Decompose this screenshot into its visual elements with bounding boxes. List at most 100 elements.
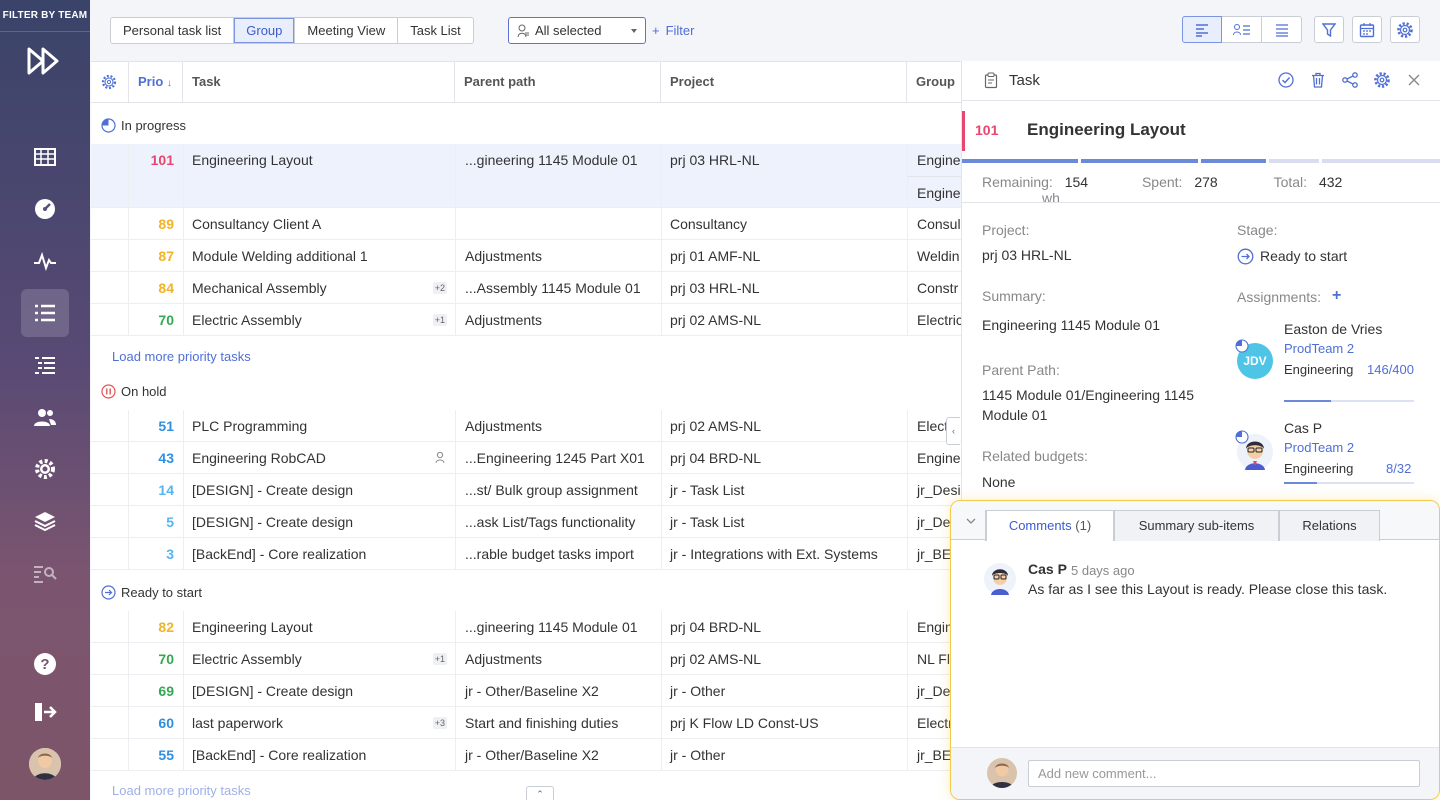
group-header-in-progress[interactable]: In progress xyxy=(101,118,186,133)
task-name[interactable]: Engineering Layout xyxy=(1027,120,1186,140)
tab-summary-sub-items[interactable]: Summary sub-items xyxy=(1114,510,1279,541)
table-row[interactable]: 5 [DESIGN] - Create design ...ask List/T… xyxy=(91,506,961,538)
column-parent-path[interactable]: Parent path xyxy=(455,62,661,102)
column-settings-button[interactable] xyxy=(91,62,129,102)
row-task[interactable]: Engineering Layout xyxy=(183,611,455,642)
project-value[interactable]: prj 03 HRL-NL xyxy=(982,245,1071,265)
add-assignment-icon[interactable]: + xyxy=(1332,287,1341,305)
table-row[interactable]: 3 [BackEnd] - Core realization ...rable … xyxy=(91,538,961,570)
settings-icon[interactable] xyxy=(21,445,69,493)
row-task[interactable]: [DESIGN] - Create design xyxy=(183,474,455,505)
table-row[interactable]: 14 [DESIGN] - Create design ...st/ Bulk … xyxy=(91,474,961,506)
table-row[interactable]: 101 Engineering Layout ...gineering 1145… xyxy=(91,144,961,208)
row-priority[interactable]: 60 xyxy=(129,707,183,739)
comment-input[interactable]: Add new comment... xyxy=(1028,760,1420,787)
load-more-link[interactable]: Load more priority tasks xyxy=(112,349,251,364)
table-row[interactable]: 51 PLC Programming Adjustments prj 02 AM… xyxy=(91,410,961,442)
row-task[interactable]: Mechanical Assembly +2 xyxy=(183,272,455,303)
row-task[interactable]: [DESIGN] - Create design xyxy=(183,675,455,706)
table-row[interactable]: 43 Engineering RobCAD $ ...Engineering 12… xyxy=(91,442,961,474)
row-task[interactable]: Electric Assembly +1 xyxy=(183,304,455,335)
grid-icon[interactable] xyxy=(21,133,69,181)
trash-icon[interactable] xyxy=(1309,71,1327,89)
users-icon[interactable] xyxy=(21,393,69,441)
row-priority[interactable]: 101 xyxy=(129,144,183,176)
stage-value[interactable]: Ready to start xyxy=(1237,246,1347,266)
table-row[interactable]: 70 Electric Assembly +1 Adjustments prj 0… xyxy=(91,643,961,675)
filter-by-team-button[interactable]: FILTER BY TEAM xyxy=(0,0,90,32)
row-task[interactable]: Engineering Layout xyxy=(183,144,455,207)
funnel-filter-button[interactable] xyxy=(1314,16,1344,43)
summary-value[interactable]: Engineering 1145 Module 01 xyxy=(982,315,1160,335)
check-circle-icon[interactable] xyxy=(1277,71,1295,89)
row-task[interactable]: [DESIGN] - Create design xyxy=(183,506,455,537)
list-icon[interactable] xyxy=(21,289,69,337)
tab-meeting-view[interactable]: Meeting View xyxy=(295,18,399,43)
row-task[interactable]: [BackEnd] - Core realization xyxy=(183,739,455,770)
column-prio[interactable]: Prio ↓ xyxy=(129,62,183,102)
team-select[interactable]: All selected xyxy=(508,17,646,44)
row-priority[interactable]: 5 xyxy=(129,506,183,538)
list-view-button[interactable] xyxy=(1262,16,1302,43)
row-priority[interactable]: 14 xyxy=(129,474,183,506)
tab-task-list[interactable]: Task List xyxy=(398,18,473,43)
column-project[interactable]: Project xyxy=(661,62,907,102)
table-row[interactable]: 84 Mechanical Assembly +2 ...Assembly 114… xyxy=(91,272,961,304)
column-group[interactable]: Group xyxy=(907,62,961,102)
analytics-icon[interactable] xyxy=(21,549,69,597)
user-list-view-button[interactable] xyxy=(1222,16,1262,43)
load-more-link-2[interactable]: Load more priority tasks xyxy=(112,783,251,798)
settings-button[interactable] xyxy=(1390,16,1420,43)
column-task[interactable]: Task xyxy=(183,62,455,102)
assignment-item[interactable]: Cas P ProdTeam 2 Engineering 8/32 xyxy=(1235,420,1417,484)
dashboard-icon[interactable] xyxy=(21,185,69,233)
pulse-icon[interactable] xyxy=(21,237,69,285)
app-logo-icon[interactable] xyxy=(25,45,65,77)
row-priority[interactable]: 84 xyxy=(129,272,183,304)
align-left-view-button[interactable] xyxy=(1182,16,1222,43)
row-priority[interactable]: 89 xyxy=(129,208,183,240)
parent-path-value[interactable]: 1145 Module 01/Engineering 1145 Module 0… xyxy=(982,385,1222,425)
table-row[interactable]: 55 [BackEnd] - Core realization jr - Oth… xyxy=(91,739,961,771)
priority-list-icon[interactable] xyxy=(21,341,69,389)
assignee-team[interactable]: ProdTeam 2 xyxy=(1284,341,1354,356)
collapse-panel-button[interactable]: ‹ xyxy=(946,417,960,445)
table-row[interactable]: 60 last paperwork +3 Start and finishing … xyxy=(91,707,961,739)
gear-icon[interactable] xyxy=(1373,71,1391,89)
group-header-on-hold[interactable]: On hold xyxy=(101,384,167,399)
assignee-team[interactable]: ProdTeam 2 xyxy=(1284,440,1354,455)
layers-icon[interactable] xyxy=(21,497,69,545)
assignment-item[interactable]: JDV Easton de Vries ProdTeam 2 Engineeri… xyxy=(1235,321,1417,402)
row-task[interactable]: last paperwork +3 xyxy=(183,707,455,738)
table-row[interactable]: 87 Module Welding additional 1 Adjustmen… xyxy=(91,240,961,272)
row-task[interactable]: [BackEnd] - Core realization xyxy=(183,538,455,569)
logout-icon[interactable] xyxy=(21,688,69,736)
row-priority[interactable]: 3 xyxy=(129,538,183,570)
tab-relations[interactable]: Relations xyxy=(1279,510,1380,541)
row-priority[interactable]: 70 xyxy=(129,643,183,675)
close-icon[interactable] xyxy=(1405,71,1423,89)
chevron-down-icon[interactable] xyxy=(965,516,977,526)
row-task[interactable]: Electric Assembly +1 xyxy=(183,643,455,674)
user-avatar[interactable] xyxy=(29,748,61,780)
group-header-ready-to-start[interactable]: Ready to start xyxy=(101,585,202,600)
row-task[interactable]: Engineering RobCAD $ xyxy=(183,442,455,473)
row-task[interactable]: Module Welding additional 1 xyxy=(183,240,455,271)
row-priority[interactable]: 43 xyxy=(129,442,183,474)
scroll-up-button[interactable]: ⌃ xyxy=(526,786,554,800)
table-row[interactable]: 89 Consultancy Client A Consultancy Cons… xyxy=(91,208,961,240)
row-task[interactable]: Consultancy Client A xyxy=(183,208,455,239)
table-row[interactable]: 70 Electric Assembly +1 Adjustments prj 0… xyxy=(91,304,961,336)
help-icon[interactable]: ? xyxy=(21,640,69,688)
row-priority[interactable]: 51 xyxy=(129,410,183,442)
row-priority[interactable]: 69 xyxy=(129,675,183,707)
row-priority[interactable]: 87 xyxy=(129,240,183,272)
row-priority[interactable]: 55 xyxy=(129,739,183,771)
share-icon[interactable] xyxy=(1341,71,1359,89)
calendar-button[interactable] xyxy=(1352,16,1382,43)
tab-personal-task-list[interactable]: Personal task list xyxy=(111,18,235,43)
table-row[interactable]: 69 [DESIGN] - Create design jr - Other/B… xyxy=(91,675,961,707)
tab-group[interactable]: Group xyxy=(234,18,296,43)
filter-button[interactable]: + Filter xyxy=(652,17,694,44)
row-task[interactable]: PLC Programming xyxy=(183,410,455,441)
